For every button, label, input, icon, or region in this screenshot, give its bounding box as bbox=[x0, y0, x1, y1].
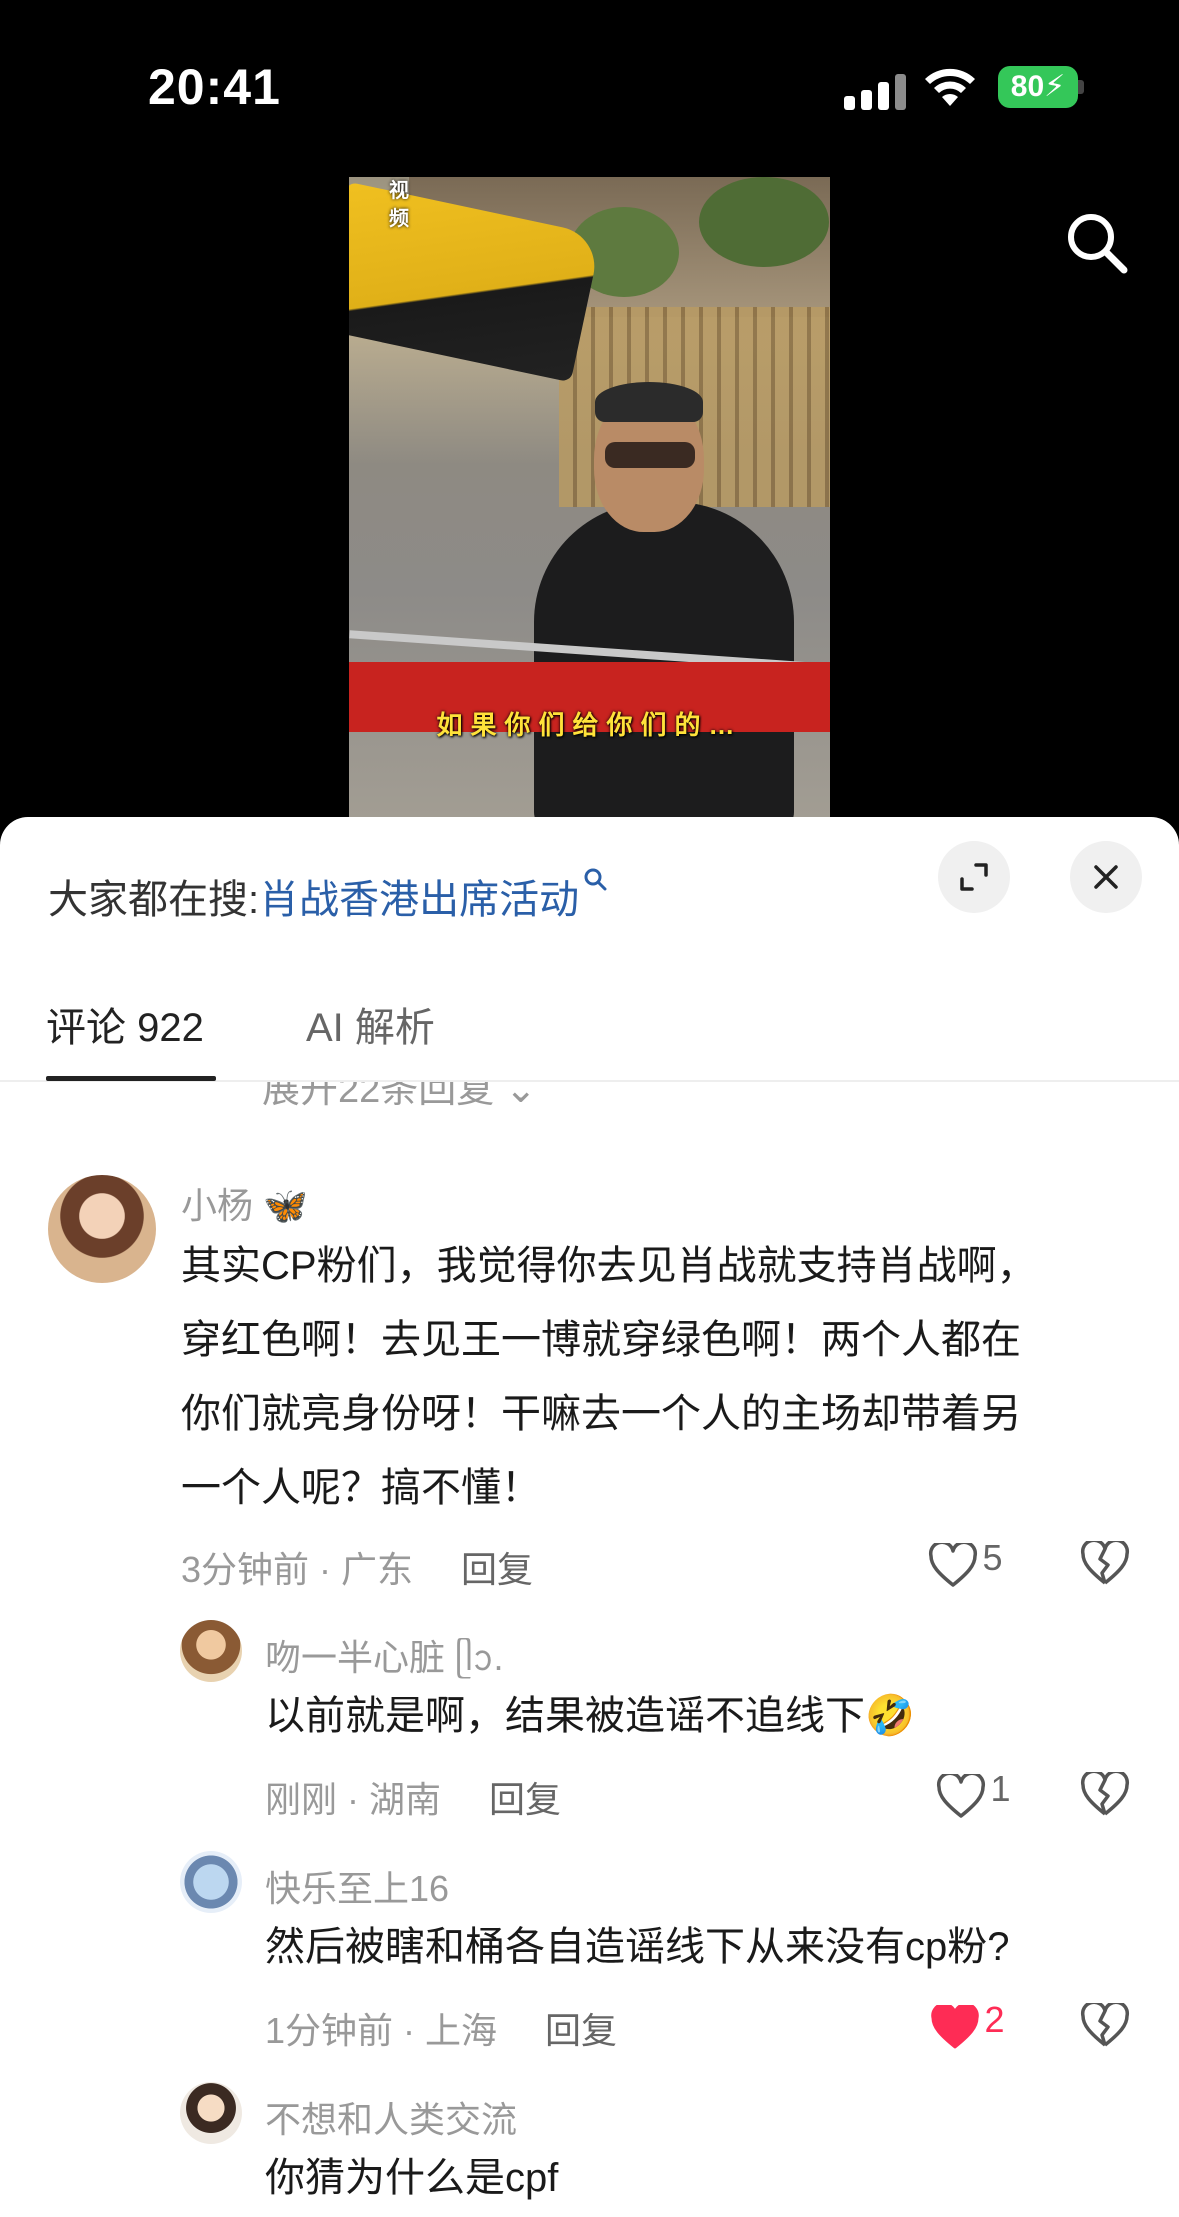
like-count: 5 bbox=[982, 1537, 1003, 1578]
battery-tip bbox=[1078, 80, 1084, 94]
dislike-broken-heart-icon[interactable] bbox=[1080, 1541, 1130, 1587]
video-bg-tree bbox=[699, 177, 829, 267]
like-button[interactable]: 2 bbox=[930, 1999, 1004, 2051]
reply-button[interactable]: 回复 bbox=[489, 1779, 561, 1820]
comment-sheet: 大家都在搜:肖战香港出席活动 评论 922 AI 解析 展开22条回复 ⌄ 小杨… bbox=[0, 817, 1179, 2217]
comment-text: 其实CP粉们，我觉得你去见肖战就支持肖战啊， 穿红色啊！去见王一博就穿绿色啊！两… bbox=[181, 1229, 1141, 1525]
collapsed-replies-clip: 展开22条回复 ⌄ bbox=[0, 1082, 1179, 1122]
tab-ai-analysis[interactable]: AI 解析 bbox=[306, 995, 435, 1053]
close-icon bbox=[1094, 865, 1118, 889]
avatar[interactable] bbox=[180, 1851, 242, 1913]
reply-meta: 刚刚 · 湖南 回复 bbox=[265, 1771, 561, 1823]
avatar[interactable] bbox=[180, 1620, 242, 1682]
reply-button[interactable]: 回复 bbox=[461, 1549, 533, 1590]
search-icon[interactable] bbox=[1064, 210, 1130, 276]
comment-line: 一个人呢？搞不懂！ bbox=[181, 1466, 541, 1510]
battery-indicator: 80⚡ bbox=[998, 66, 1078, 108]
hot-search-label: 大家都在搜: bbox=[48, 878, 260, 922]
reply-text: 以前就是啊，结果被造谣不追线下🤣 bbox=[265, 1694, 915, 1738]
expand-icon bbox=[960, 863, 988, 891]
like-button[interactable]: 5 bbox=[928, 1537, 1002, 1589]
heart-icon bbox=[936, 1771, 986, 1818]
dislike-broken-heart-icon[interactable] bbox=[1080, 1772, 1130, 1818]
cellular-signal-icon bbox=[844, 70, 906, 110]
video-player[interactable]: 视频 如果你们给你们的… bbox=[349, 177, 830, 817]
reply-username[interactable]: 不想和人类交流 bbox=[265, 2091, 517, 2143]
video-subtitle: 如果你们给你们的… bbox=[436, 710, 743, 740]
avatar[interactable] bbox=[180, 2082, 242, 2144]
reply-text: 然后被瞎和桶各自造谣线下从来没有cp粉? bbox=[265, 1925, 1010, 1969]
reply-meta: 1分钟前 · 上海 回复 bbox=[265, 2002, 617, 2054]
heart-icon bbox=[928, 1540, 978, 1587]
wifi-icon bbox=[925, 68, 975, 106]
video-watermark: 视频 bbox=[389, 180, 409, 230]
hot-search-bar[interactable]: 大家都在搜:肖战香港出席活动 bbox=[48, 867, 609, 925]
like-count: 1 bbox=[990, 1768, 1011, 1809]
video-person-sunglasses bbox=[605, 442, 695, 468]
butterfly-badge: 🦋 bbox=[263, 1185, 308, 1226]
tab-active-indicator bbox=[46, 1076, 216, 1081]
comment-time-location: 3分钟前 · 广东 bbox=[181, 1549, 414, 1590]
avatar[interactable] bbox=[48, 1175, 156, 1283]
small-search-icon bbox=[584, 868, 607, 891]
expand-button[interactable] bbox=[938, 841, 1010, 913]
comment-line: 你们就亮身份呀！干嘛去一个人的主场却带着另 bbox=[181, 1392, 1021, 1436]
heart-filled-icon bbox=[931, 2002, 979, 2049]
close-button[interactable] bbox=[1070, 841, 1142, 913]
dislike-broken-heart-icon[interactable] bbox=[1080, 2003, 1130, 2049]
comment-line: 其实CP粉们，我觉得你去见肖战就支持肖战啊， bbox=[181, 1244, 1037, 1288]
comment-username[interactable]: 小杨 🦋 bbox=[181, 1177, 308, 1229]
status-time: 20:41 bbox=[148, 59, 281, 115]
tab-comments[interactable]: 评论 922 bbox=[46, 995, 204, 1053]
hot-search-term[interactable]: 肖战香港出席活动 bbox=[259, 878, 579, 922]
expand-replies-link[interactable]: 展开22条回复 ⌄ bbox=[262, 1082, 537, 1113]
reply-time-location: 刚刚 · 湖南 bbox=[265, 1779, 441, 1820]
comment-meta: 3分钟前 · 广东 回复 bbox=[181, 1541, 533, 1593]
reply-time-location: 1分钟前 · 上海 bbox=[265, 2010, 498, 2051]
comment-line: 穿红色啊！去见王一博就穿绿色啊！两个人都在 bbox=[181, 1318, 1021, 1362]
like-count: 2 bbox=[984, 1999, 1005, 2040]
video-person-hair bbox=[595, 382, 703, 422]
reply-button[interactable]: 回复 bbox=[545, 2010, 617, 2051]
like-button[interactable]: 1 bbox=[936, 1768, 1010, 1820]
reply-username[interactable]: 快乐至上16 bbox=[265, 1860, 449, 1912]
reply-text: 你猜为什么是cpf bbox=[265, 2156, 559, 2200]
